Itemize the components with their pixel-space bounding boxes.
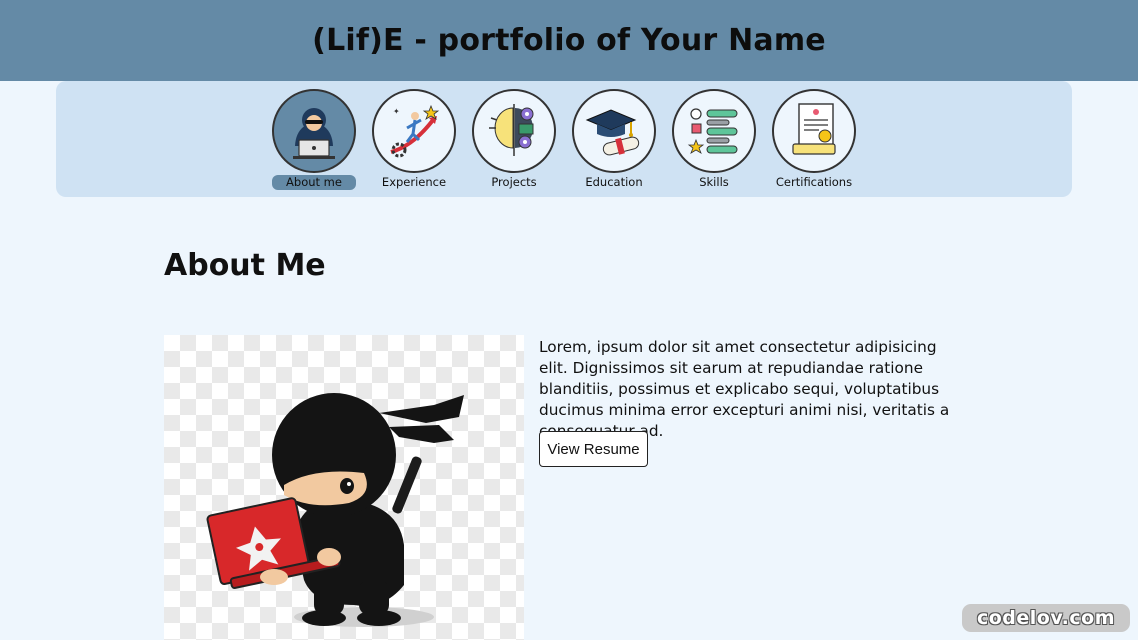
about-description: Lorem, ipsum dolor sit amet consectetur … xyxy=(539,338,950,440)
ninja-laptop-illustration xyxy=(164,335,524,640)
view-resume-button[interactable]: View Resume xyxy=(539,431,648,467)
nav-item-education[interactable]: Education xyxy=(572,89,656,191)
nav-label: Skills xyxy=(699,175,729,189)
watermark: codelov.com xyxy=(962,604,1130,632)
nav-item-experience[interactable]: ✦ Experience xyxy=(372,89,456,191)
site-title: (Lif)E - portfolio of Your Name xyxy=(312,23,826,58)
career-growth-icon: ✦ xyxy=(372,89,456,173)
nav-label: About me xyxy=(272,175,356,190)
nav-item-certifications[interactable]: Certifications xyxy=(772,89,856,191)
nav-item-projects[interactable]: Projects xyxy=(472,89,556,191)
nav-item-skills[interactable]: Skills xyxy=(672,89,756,191)
hacker-laptop-icon xyxy=(272,89,356,173)
about-title: About Me xyxy=(164,248,326,283)
site-header: (Lif)E - portfolio of Your Name xyxy=(0,0,1138,81)
nav-label: Education xyxy=(585,175,643,189)
nav-item-about-me[interactable]: About me xyxy=(272,89,356,191)
nav-label: Projects xyxy=(491,175,537,189)
nav-label: Experience xyxy=(381,175,447,189)
graduation-cap-icon xyxy=(572,89,656,173)
nav-label: Certifications xyxy=(775,175,853,189)
certificate-icon xyxy=(772,89,856,173)
idea-gears-icon xyxy=(472,89,556,173)
nav-bar: About me ✦ Experience Projects Education… xyxy=(56,81,1072,197)
skill-bars-icon xyxy=(672,89,756,173)
svg-text:✦: ✦ xyxy=(393,107,400,116)
